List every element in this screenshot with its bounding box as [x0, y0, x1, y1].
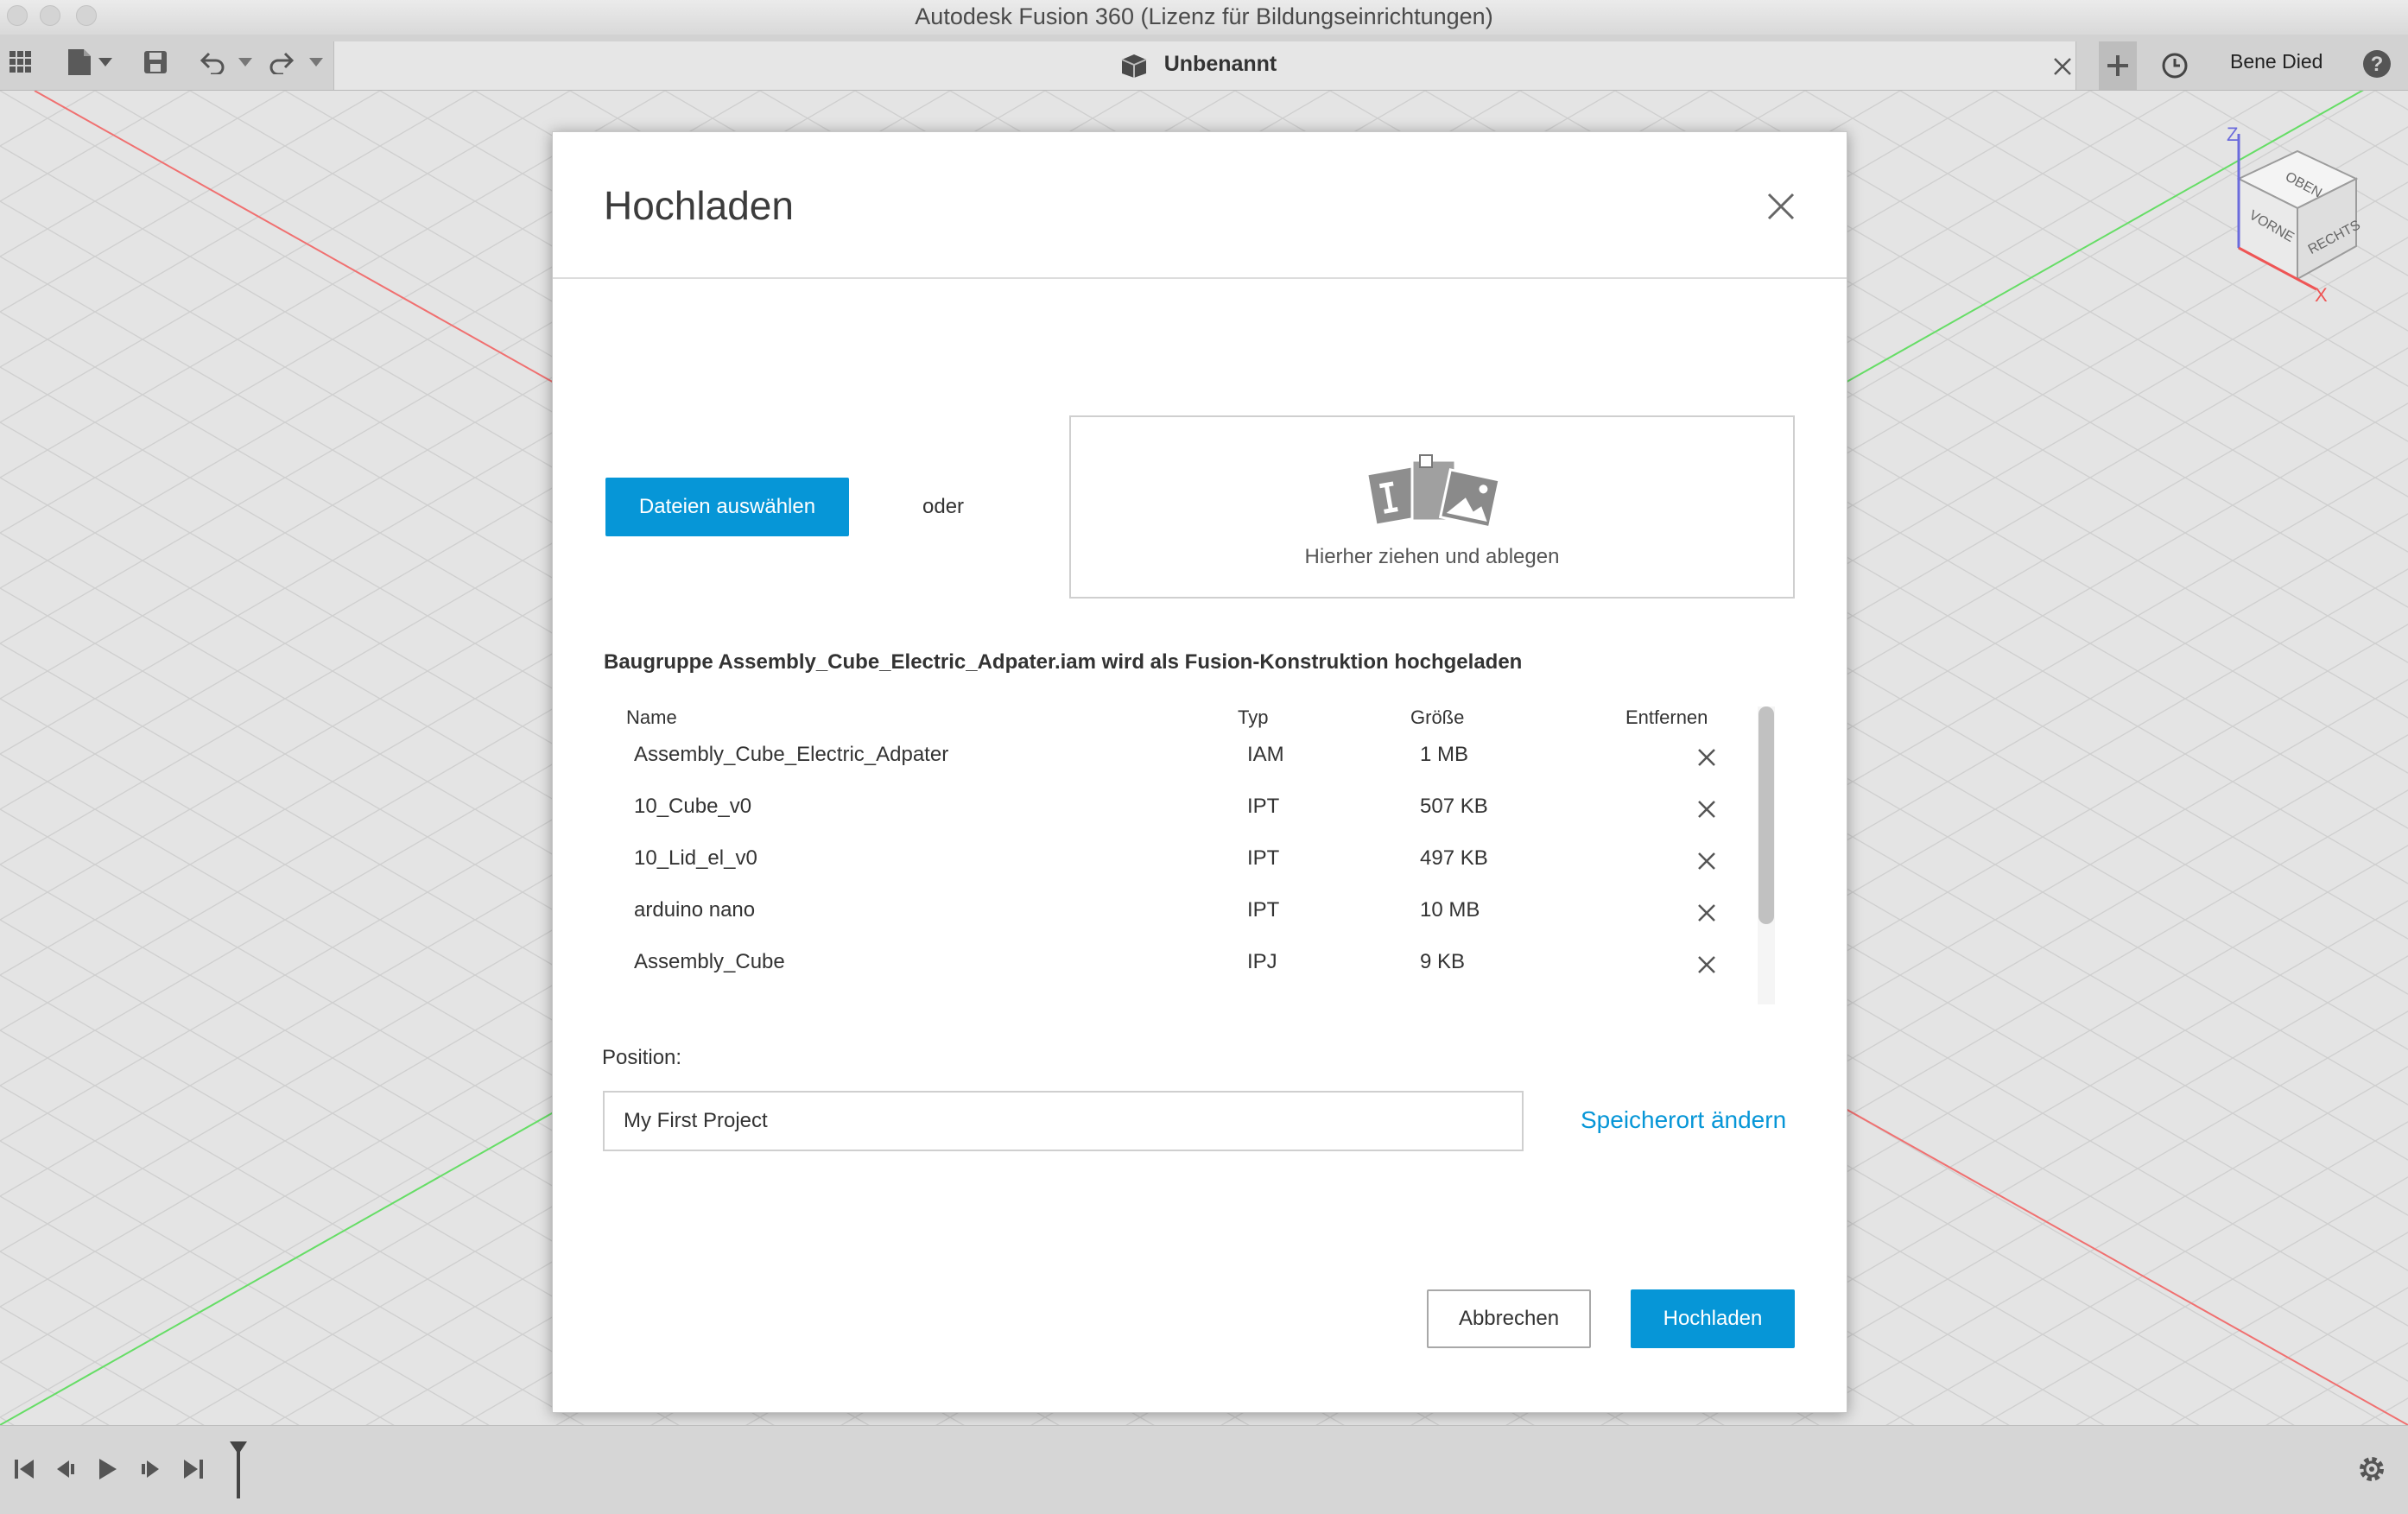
file-list-scrollbar[interactable]: [1758, 706, 1774, 924]
close-icon: [1698, 956, 1715, 973]
file-name: arduino nano: [634, 898, 756, 922]
close-tab-icon[interactable]: [2051, 55, 2074, 78]
file-type: IPJ: [1247, 950, 1277, 973]
timeline-marker[interactable]: [226, 1440, 250, 1500]
gear-icon[interactable]: [2354, 1452, 2389, 1486]
plus-icon: [2107, 55, 2128, 76]
select-files-button[interactable]: Dateien auswählen: [605, 478, 849, 536]
skip-to-end-icon[interactable]: [178, 1454, 209, 1485]
file-size: 9 KB: [1420, 950, 1466, 973]
remove-file-button[interactable]: [1693, 951, 1720, 979]
remove-file-button[interactable]: [1693, 795, 1720, 823]
upload-button[interactable]: Hochladen: [1631, 1289, 1795, 1348]
drop-zone-label: Hierher ziehen und ablegen: [1304, 545, 1560, 568]
file-row: 10_Lid_el_v0 IPT 497 KB: [605, 835, 1779, 887]
column-header-name: Name: [626, 706, 677, 728]
job-status-icon[interactable]: [2156, 47, 2194, 85]
file-size: 497 KB: [1420, 846, 1488, 870]
file-size: 507 KB: [1420, 795, 1488, 818]
file-name: Assembly_Cube: [634, 950, 785, 973]
column-header-remove: Entfernen: [1625, 706, 1708, 728]
drop-files-icon: [1366, 454, 1501, 529]
undo-icon[interactable]: [195, 45, 230, 79]
document-tab-title: Unbenannt: [1163, 52, 1277, 76]
grid-icon[interactable]: [5, 47, 36, 78]
file-size: 10 MB: [1420, 898, 1480, 922]
svg-text:?: ?: [2371, 53, 2384, 76]
save-icon[interactable]: [138, 45, 173, 79]
file-type: IPT: [1247, 846, 1280, 870]
remove-file-button[interactable]: [1693, 899, 1720, 927]
position-field[interactable]: [603, 1091, 1524, 1151]
close-icon: [1698, 904, 1715, 922]
step-forward-icon[interactable]: [135, 1454, 166, 1485]
drop-zone[interactable]: Hierher ziehen und ablegen: [1069, 415, 1795, 599]
file-name: 10_Cube_v0: [634, 795, 752, 818]
file-size: 1 MB: [1420, 743, 1469, 766]
step-back-icon[interactable]: [50, 1454, 81, 1485]
skip-to-start-icon[interactable]: [9, 1454, 40, 1485]
column-header-type: Typ: [1238, 706, 1269, 728]
change-location-link[interactable]: Speicherort ändern: [1581, 1106, 1786, 1134]
file-row: 10_Cube_v0 IPT 507 KB: [605, 783, 1779, 835]
dialog-header-divider: [553, 277, 1847, 279]
file-name: 10_Lid_el_v0: [634, 846, 757, 870]
file-type: IAM: [1247, 743, 1284, 766]
window-titlebar: Autodesk Fusion 360 (Lizenz für Bildungs…: [0, 0, 2408, 35]
file-icon[interactable]: [62, 45, 97, 79]
play-icon[interactable]: [92, 1454, 123, 1485]
or-label: oder: [922, 495, 965, 518]
undo-history-chevron-icon[interactable]: [237, 55, 254, 69]
upload-dialog: Hochladen Dateien auswählen oder Hierher…: [552, 131, 1847, 1413]
timeline-bar: [0, 1425, 2408, 1514]
window-title: Autodesk Fusion 360 (Lizenz für Bildungs…: [915, 3, 1493, 29]
redo-history-chevron-icon[interactable]: [307, 55, 325, 69]
viewcube-axis-x: X: [2315, 284, 2328, 306]
file-row: Assembly_Cube_Electric_Adpater IAM 1 MB: [605, 732, 1779, 783]
remove-file-button[interactable]: [1693, 847, 1720, 875]
file-name: Assembly_Cube_Electric_Adpater: [634, 743, 949, 766]
remove-file-button[interactable]: [1693, 744, 1720, 771]
close-dialog-button[interactable]: [1762, 187, 1800, 225]
user-name[interactable]: Bene Died: [2230, 50, 2322, 73]
column-header-size: Größe: [1410, 706, 1465, 728]
assembly-info-text: Baugruppe Assembly_Cube_Electric_Adpater…: [604, 650, 1523, 674]
close-icon: [1767, 193, 1795, 220]
new-tab-button[interactable]: [2099, 41, 2137, 90]
position-label: Position:: [602, 1046, 682, 1069]
redo-icon[interactable]: [264, 45, 299, 79]
dialog-title: Hochladen: [604, 183, 794, 228]
file-type: IPT: [1247, 898, 1280, 922]
close-icon: [1698, 852, 1715, 870]
file-row: Assembly_Cube IPJ 9 KB: [605, 939, 1779, 991]
file-menu-chevron-icon[interactable]: [97, 55, 114, 69]
close-icon: [1698, 801, 1715, 818]
close-icon: [1698, 749, 1715, 766]
document-tab[interactable]: Unbenannt: [333, 41, 2076, 90]
cancel-button[interactable]: Abbrechen: [1427, 1289, 1591, 1348]
help-icon[interactable]: ?: [2360, 47, 2394, 81]
viewcube[interactable]: Z X OBEN VORNE RECHTS: [2220, 124, 2392, 307]
file-row: arduino nano IPT 10 MB: [605, 887, 1779, 939]
viewcube-axis-z: Z: [2227, 125, 2238, 145]
file-type: IPT: [1247, 795, 1280, 818]
